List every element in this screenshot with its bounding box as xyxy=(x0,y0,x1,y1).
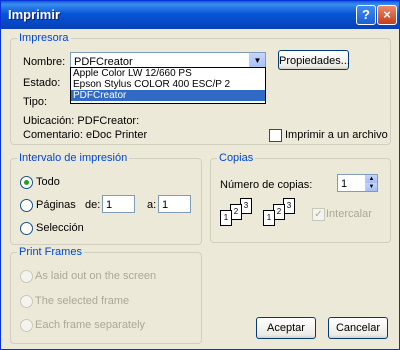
help-button[interactable]: ? xyxy=(356,5,376,25)
properties-button[interactable]: Propiedades... xyxy=(278,50,350,70)
print-range-group-label: Intervalo de impresión xyxy=(17,152,130,164)
comment-label: Comentario: eDoc Printer xyxy=(23,129,148,141)
print-dialog: Imprimir ? × Impresora Nombre: PDFCreato… xyxy=(0,0,400,350)
frames-option-label[interactable]: Each frame separately xyxy=(35,319,145,331)
page-icon: 1 xyxy=(220,210,232,226)
copies-spinner[interactable]: ▲ ▼ xyxy=(365,175,377,191)
copies-group-label: Copias xyxy=(217,152,256,164)
print-to-file-label[interactable]: Imprimir a un archivo xyxy=(285,129,388,141)
printer-group-label: Impresora xyxy=(17,32,71,44)
from-label: de: xyxy=(85,199,101,211)
collate-checkbox[interactable]: ✓ xyxy=(312,208,325,221)
printer-name-label: Nombre: xyxy=(23,56,66,68)
all-pages-radio[interactable] xyxy=(20,176,33,189)
spin-down-icon[interactable]: ▼ xyxy=(366,183,377,191)
cancel-button[interactable]: Cancelar xyxy=(328,317,388,339)
printer-option-selected[interactable]: PDFCreator xyxy=(71,90,265,101)
location-label: Ubicación: PDFCreator: xyxy=(23,115,140,127)
print-to-file-checkbox[interactable] xyxy=(269,129,282,142)
status-label: Estado: xyxy=(23,77,61,89)
frames-option-radio[interactable] xyxy=(20,270,33,283)
close-button[interactable]: × xyxy=(377,5,397,25)
spin-up-icon[interactable]: ▲ xyxy=(366,175,377,183)
pages-radio[interactable] xyxy=(20,199,33,212)
collate-preview-icon: 3 2 1 xyxy=(263,198,303,230)
selection-radio[interactable] xyxy=(20,222,33,235)
page-icon: 1 xyxy=(263,210,275,226)
from-page-input[interactable]: 1 xyxy=(102,195,135,213)
title-bar[interactable]: Imprimir ? × xyxy=(1,1,399,29)
type-label: Tipo: xyxy=(23,96,48,108)
collate-preview-icon: 3 2 1 xyxy=(220,198,260,230)
printer-option[interactable]: Epson Stylus COLOR 400 ESC/P 2 xyxy=(71,79,265,90)
frames-option-label[interactable]: The selected frame xyxy=(35,295,129,307)
printer-dropdown-list[interactable]: Apple Color LW 12/660 PS Epson Stylus CO… xyxy=(70,67,266,104)
copies-count-value: 1 xyxy=(341,178,348,190)
window-title: Imprimir xyxy=(8,7,61,22)
selection-label[interactable]: Selección xyxy=(36,222,84,234)
accept-button[interactable]: Aceptar xyxy=(256,317,316,339)
copies-count-label: Número de copias: xyxy=(220,179,313,191)
pages-label[interactable]: Páginas xyxy=(36,199,76,211)
print-frames-group-label: Print Frames xyxy=(17,246,84,258)
copies-count-input[interactable]: 1 ▲ ▼ xyxy=(337,174,378,192)
all-pages-label[interactable]: Todo xyxy=(36,176,60,188)
to-page-input[interactable]: 1 xyxy=(158,195,191,213)
printer-option[interactable]: Apple Color LW 12/660 PS xyxy=(71,68,265,79)
frames-option-radio[interactable] xyxy=(20,319,33,332)
collate-label[interactable]: Intercalar xyxy=(326,208,372,220)
frames-option-label[interactable]: As laid out on the screen xyxy=(35,270,156,282)
frames-option-radio[interactable] xyxy=(20,295,33,308)
to-label: a: xyxy=(147,199,157,211)
